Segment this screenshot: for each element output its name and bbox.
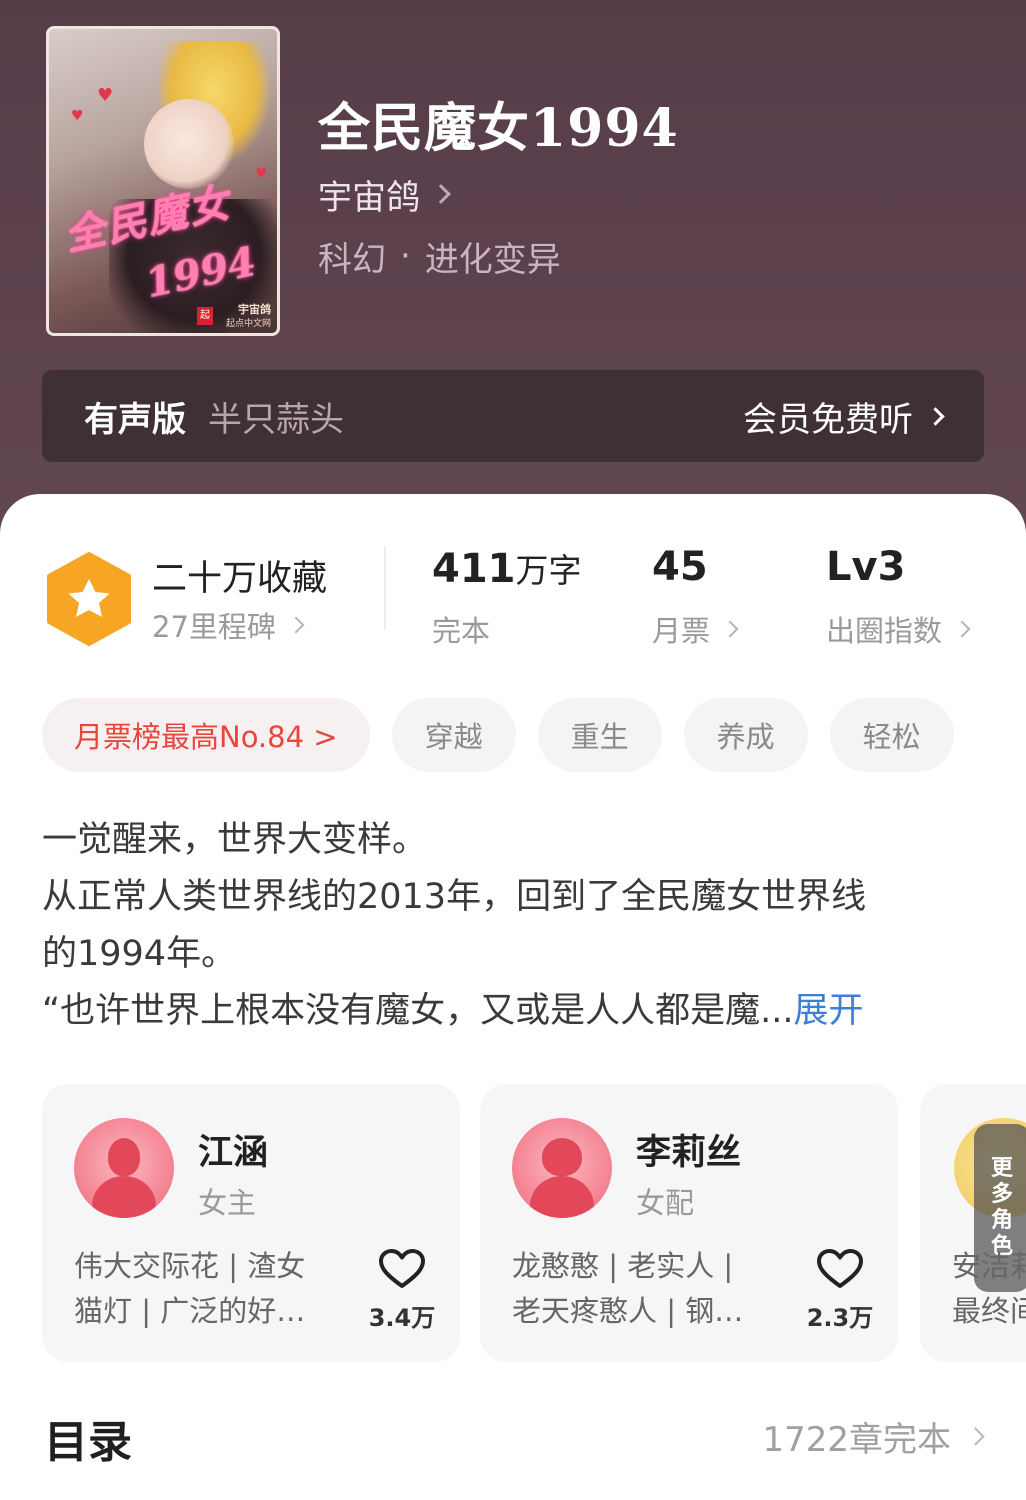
synopsis-truncated-text: “也许世界上根本没有魔女，又或是人人都是魔... [42,991,794,1031]
character-traits: 安洁莉 最终间 [952,1244,1026,1334]
audio-narrator: 半只蒜头 [208,399,344,440]
popularity-index-label: 出圈指数 [826,614,943,648]
character-card[interactable]: 李莉丝 女配 龙憨憨 | 老实人 | 老天疼憨人 | 钢… 2.3万 [480,1084,898,1362]
genre-separator: · [400,236,411,276]
monthly-tickets-count: 45 [652,544,708,590]
collection-star-icon [47,552,131,646]
monthly-rank-tag[interactable]: 月票榜最高No.84 > [42,698,370,772]
category-label[interactable]: 科幻 [318,232,386,281]
tag-chip[interactable]: 轻松 [829,698,954,772]
chevron-right-icon [431,184,451,204]
milestone-link[interactable]: 27里程碑 [152,604,305,646]
book-detail-card: 二十万收藏 27里程碑 411万字 完本 45 月票 Lv3 出圈指数 月票榜最… [0,494,1026,1500]
genre-row: 科幻 · 进化变异 [318,232,561,281]
word-count-number: 411 [432,546,516,592]
tag-chip[interactable]: 重生 [537,698,662,772]
chevron-right-icon [966,1427,985,1446]
heart-like-icon[interactable] [378,1248,426,1290]
monthly-tickets-label: 月票 [652,614,711,648]
completion-label: 完本 [432,614,491,648]
milestone-label: 27里程碑 [152,610,276,644]
cover-publisher-text: 起点中文网 [225,319,271,329]
character-name: 李莉丝 [636,1133,742,1173]
characters-carousel[interactable]: 江涵 女主 伟大交际花 | 渣女 猫灯 | 广泛的好… 3.4万 李莉丝 女配 … [42,1084,1026,1362]
heart-decoration-icon: ♥ [255,166,268,182]
author-link[interactable]: 宇宙鸽 [318,172,451,218]
heart-like-icon[interactable] [816,1248,864,1290]
free-listen-label: 会员免费听 [743,399,913,440]
character-traits-line: 最终间 [952,1294,1026,1328]
character-traits-line: 龙憨憨 | 老实人 | [512,1249,734,1283]
publisher-badge: 起 [197,307,213,325]
monthly-tickets-number: 45 [652,544,708,590]
character-avatar [512,1118,612,1218]
heart-decoration-icon: ♥ [97,85,114,106]
more-characters-label-char: 角 [990,1208,1013,1233]
completion-status: 完本 [432,608,490,650]
chevron-right-icon [721,620,739,638]
book-header: ♥ ♥ ♥ 全民魔女 1994 起 宇宙鸽 起点中文网 全民魔女1994 宇宙鸽… [0,0,1026,560]
character-name: 江涵 [198,1133,269,1173]
audio-version-bar[interactable]: 有声版 半只蒜头 会员免费听 [42,370,984,462]
character-traits: 龙憨憨 | 老实人 | 老天疼憨人 | 钢… [512,1244,770,1334]
tag-chip[interactable]: 穿越 [391,698,516,772]
expand-synopsis-link[interactable]: 展开 [794,991,864,1031]
chevron-right-icon [953,620,971,638]
stats-row: 二十万收藏 27里程碑 411万字 完本 45 月票 Lv3 出圈指数 [0,494,1026,674]
character-like-count: 3.4万 [368,1304,436,1332]
word-count-unit: 万字 [515,551,582,590]
book-cover[interactable]: ♥ ♥ ♥ 全民魔女 1994 起 宇宙鸽 起点中文网 [46,26,280,336]
table-of-contents-title: 目录 [44,1417,132,1468]
author-name: 宇宙鸽 [318,177,420,218]
character-avatar [74,1118,174,1218]
popularity-level: Lv3 [826,544,905,590]
character-traits-line: 安洁莉 [952,1249,1026,1283]
book-synopsis[interactable]: 一觉醒来，世界大变样。 从正常人类世界线的2013年，回到了全民魔女世界线 的1… [42,812,986,1040]
book-title: 全民魔女1994 [318,98,679,159]
tag-chip[interactable]: 养成 [683,698,808,772]
character-role-type: 女配 [636,1186,695,1220]
synopsis-line: “也许世界上根本没有魔女，又或是人人都是魔...展开 [42,983,986,1040]
tag-row: 月票榜最高No.84 > 穿越 重生 养成 轻松 [42,698,954,772]
more-characters-label-char: 多 [990,1182,1013,1207]
subcategory-label[interactable]: 进化变异 [425,232,561,281]
table-of-contents-link[interactable]: 1722章完本 [762,1412,985,1461]
character-traits-line: 伟大交际花 | 渣女 [74,1249,306,1283]
more-characters-card[interactable]: 更 多 角 色 安洁莉 最终间 [920,1084,1026,1362]
character-traits-line: 猫灯 | 广泛的好… [74,1294,306,1328]
character-card[interactable]: 江涵 女主 伟大交际花 | 渣女 猫灯 | 广泛的好… 3.4万 [42,1084,460,1362]
synopsis-line: 的1994年。 [42,934,237,974]
heart-decoration-icon: ♥ [71,108,84,124]
free-listen-button[interactable]: 会员免费听 [743,392,945,441]
chapter-count: 1722章完本 [762,1420,951,1460]
chevron-right-icon [287,616,305,634]
character-traits-line: 老天疼憨人 | 钢… [512,1294,744,1328]
chevron-right-icon [926,406,945,426]
stats-divider [384,546,386,630]
popularity-level-value: Lv3 [826,544,906,590]
word-count: 411万字 [432,544,582,592]
collection-count: 二十万收藏 [152,559,328,599]
character-traits: 伟大交际花 | 渣女 猫灯 | 广泛的好… [74,1244,332,1334]
more-characters-label-char: 更 [990,1156,1013,1181]
synopsis-line: 一觉醒来，世界大变样。 [42,820,428,860]
audio-version-label: 有声版 [84,399,186,440]
cover-author-text: 宇宙鸽 [238,303,271,316]
monthly-tickets-link[interactable]: 月票 [652,608,739,650]
synopsis-line: 从正常人类世界线的2013年，回到了全民魔女世界线 [42,877,867,917]
popularity-index-link[interactable]: 出圈指数 [826,608,971,650]
character-like-count: 2.3万 [806,1304,874,1332]
character-role-type: 女主 [198,1186,257,1220]
